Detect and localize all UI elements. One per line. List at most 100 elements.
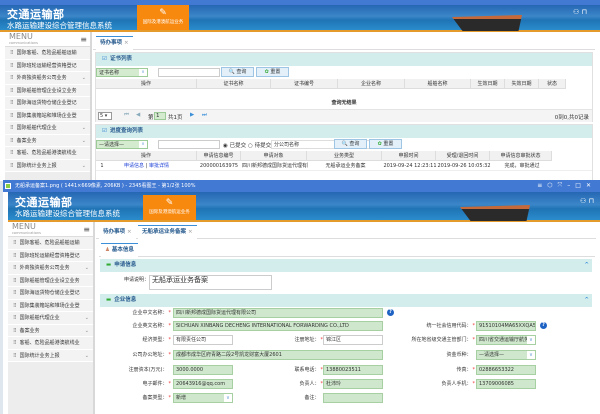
apply-desc-textarea[interactable]: 无船承运业务备案	[149, 275, 272, 290]
page-size-select[interactable]: 5 ▾	[98, 112, 112, 120]
progress-query-button[interactable]: 🔍 查询	[334, 139, 367, 149]
econ-type-field[interactable]: 有限责任公司	[173, 335, 233, 345]
phone-field[interactable]: 13880023511	[323, 365, 383, 375]
column-header[interactable]: 状态	[539, 79, 566, 89]
sidebar-item[interactable]: ⠿ 国际集装箱站和堆场企业登	[5, 109, 90, 122]
hamburger-icon[interactable]: ≡	[80, 35, 87, 44]
sidebar-item[interactable]: ⠿ 国际船舶管理企业设立业务	[8, 274, 93, 287]
principal-mobile-field[interactable]: 13709006085	[476, 379, 536, 389]
cert-reset-button[interactable]: ✿ 重置	[256, 67, 289, 77]
column-header[interactable]: 业务类型	[307, 151, 382, 161]
sidebar-item[interactable]: ⠿ 备案业务 ⌄	[5, 134, 90, 147]
credit-code-field[interactable]: 91510104MA65XXQA5F	[476, 321, 536, 331]
cert-search-input[interactable]	[158, 68, 220, 77]
radio-submitted[interactable]: ◉ 已提交	[223, 141, 246, 149]
sidebar-item[interactable]: ⠿ 国际班轮运输经营资格登记	[8, 249, 93, 262]
chevron-up-icon[interactable]: ^	[584, 294, 589, 307]
user-icon[interactable]: ⚇	[573, 8, 579, 16]
principal-field[interactable]: 杜沛玲	[323, 379, 383, 389]
grip-icon: ⠿	[10, 50, 14, 56]
column-header[interactable]: 申请信息编号	[197, 151, 241, 161]
progress-reset-button[interactable]: ✿ 重置	[369, 139, 402, 149]
currency-select[interactable]: —请选择— ∨	[476, 350, 536, 360]
page-input[interactable]: 1	[154, 112, 166, 120]
record-type-select[interactable]: 新增 ∨	[173, 393, 233, 403]
email-field[interactable]: 20643916@qq.com	[173, 379, 233, 389]
help-icon[interactable]: ?	[540, 322, 547, 329]
sidebar-item[interactable]: ⠿ 国际船舶管理企业设立业务	[5, 84, 90, 97]
column-header[interactable]: 操作	[96, 79, 197, 89]
sidebar-item[interactable]: ⠿ 国际海运货物仓储企业登记	[8, 287, 93, 300]
column-header[interactable]: 受理/退回时间	[436, 151, 490, 161]
close-icon[interactable]: ✕	[586, 182, 596, 189]
sidebar-item[interactable]: ⠿ 国际客船、危险品船舶运输	[5, 47, 90, 60]
cert-query-button[interactable]: 🔍 查询	[221, 67, 254, 77]
close-icon[interactable]: ×	[127, 229, 132, 235]
radio-pending[interactable]: ○ 待提交	[248, 141, 271, 149]
window-controls[interactable]: ≡⬡⤧–□✕	[537, 180, 596, 192]
approval-detail-link[interactable]: 审批详情	[149, 163, 169, 169]
progress-select[interactable]: —请选择— ∨	[96, 140, 148, 149]
lock-icon[interactable]: ⊓	[589, 197, 594, 205]
column-header[interactable]: 企业名称	[338, 79, 405, 89]
tab-todo[interactable]: 待办事项 ×	[99, 225, 136, 239]
last-page-icon[interactable]: ⏭	[202, 112, 207, 119]
sidebar-item[interactable]: ⠿ 国际船舶代理企业 ⌄	[5, 122, 90, 135]
sidebar-item[interactable]: ⠿ 国际海运货物仓储企业登记	[5, 97, 90, 110]
hamburger-icon[interactable]: ≡	[83, 225, 90, 234]
progress-search-input[interactable]	[158, 140, 220, 149]
tab-nvocc-record[interactable]: 无船承运业务备案 ×	[138, 225, 197, 239]
sidebar-item[interactable]: ⠿ 外商独资船务公司业务 ⌄	[5, 72, 90, 85]
column-header[interactable]: 失效日期	[505, 79, 539, 89]
next-page-icon[interactable]: ▶	[190, 112, 194, 118]
fax-field[interactable]: 02886653322	[476, 365, 536, 375]
column-header[interactable]: 申请对象	[241, 151, 307, 161]
column-header[interactable]: 证书编号	[271, 79, 338, 89]
cert-field-select[interactable]: 证书名称 ∨	[96, 68, 148, 77]
apply-info-link[interactable]: 申请信息	[124, 163, 144, 169]
sidebar-item[interactable]: ⠿ 外商独资船务公司业务 ⌄	[8, 262, 93, 275]
tab-todo[interactable]: 待办事项 ×	[96, 36, 133, 50]
edit-icon: ✎	[165, 198, 174, 208]
skin-icon[interactable]: ⬡	[547, 182, 557, 189]
help-icon[interactable]: ?	[387, 309, 394, 316]
authority-select[interactable]: 四川省交通运输厅航务 ∨	[476, 335, 536, 345]
sidebar-item[interactable]: ⠿ 国际统计业务上报 ⌄	[8, 349, 93, 362]
user-icon[interactable]: ⚇	[580, 197, 586, 205]
chevron-up-icon[interactable]: ^	[584, 259, 589, 272]
nav-button-intl[interactable]: ✎ 国际及港澳航运业务	[143, 195, 196, 220]
fullscreen-icon[interactable]: ⤧	[557, 182, 567, 189]
sidebar-item[interactable]: ⠿ 国际班轮运输经营资格登记	[5, 59, 90, 72]
column-header[interactable]: 生效日期	[471, 79, 505, 89]
prev-page-icon[interactable]: ◀	[136, 112, 140, 118]
subtab-basic-info[interactable]: ♟ 基本信息	[101, 243, 138, 257]
menu-icon[interactable]: ≡	[537, 182, 547, 189]
apply-section-header[interactable]: ▬ 申请信息 ^	[100, 259, 592, 272]
column-header[interactable]: 操作	[96, 151, 197, 161]
lock-icon[interactable]: ⊓	[582, 8, 587, 16]
column-header[interactable]: 证书名称	[197, 79, 271, 89]
remark-field[interactable]	[323, 393, 383, 403]
first-page-icon[interactable]: ⏮	[124, 112, 129, 119]
maximize-icon[interactable]: □	[575, 182, 586, 189]
sidebar-item[interactable]: ⠿ 国际船舶代理企业 ⌄	[8, 312, 93, 325]
cn-name-field[interactable]: 四川新邦德成国际货运代理有限公司	[173, 308, 383, 318]
viewer-titlebar[interactable]: 无船承运备案1.png ( 1441×669像素, 206KB ) - 2345…	[3, 180, 600, 192]
column-header[interactable]: 申请信息审批状态	[490, 151, 552, 161]
nav-button-intl[interactable]: ✎ 国际及港澳航运业务	[137, 5, 189, 30]
column-header[interactable]: 申报时间	[382, 151, 436, 161]
en-name-field[interactable]: SICHUAN XINBANG DECHENG INTERNATIONAL FO…	[173, 321, 383, 331]
sidebar-item[interactable]: ⠿ 国际统计业务上报 ⌄	[5, 159, 90, 172]
reg-addr-field[interactable]: 锦江区	[323, 335, 383, 345]
close-icon[interactable]: ×	[188, 229, 193, 235]
sidebar-item[interactable]: ⠿ 国际集装箱站和堆场企业登	[8, 299, 93, 312]
sidebar-item[interactable]: ⠿ 客船、危险品船港澳航线业	[5, 147, 90, 160]
sidebar-item[interactable]: ⠿ 备案业务 ⌄	[8, 324, 93, 337]
company-section-header[interactable]: ▬ 企业信息 ^	[100, 294, 592, 307]
office-addr-field[interactable]: 成都市成华区府青路二段2号凯龙财富大厦2601	[173, 350, 383, 360]
sidebar-item[interactable]: ⠿ 客船、危险品船港澳航线业	[8, 337, 93, 350]
sidebar-item[interactable]: ⠿ 国际客船、危险品船舶运输	[8, 237, 93, 250]
close-icon[interactable]: ×	[124, 40, 129, 46]
capital-field[interactable]: 3000.0000	[173, 365, 233, 375]
column-header[interactable]: 船舶名称	[405, 79, 471, 89]
